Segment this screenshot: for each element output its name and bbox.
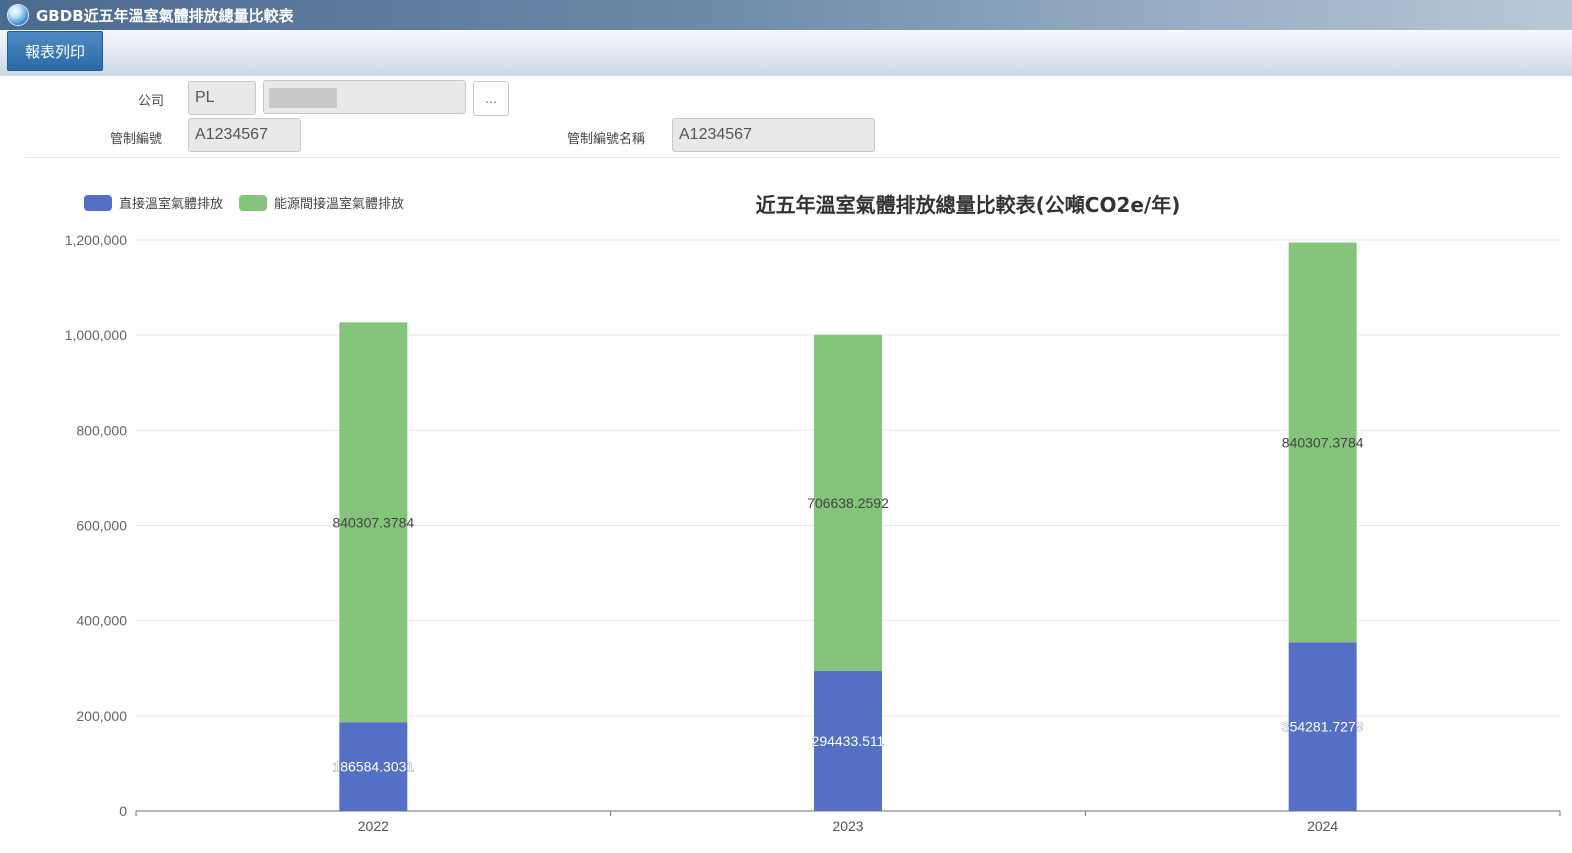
x-tick-label: 2023	[832, 818, 863, 834]
y-tick-label: 400,000	[76, 613, 127, 629]
stacked-bar-chart: 0 200,000 400,000 600,000 800,000 1,000,000 1,…	[65, 232, 1561, 834]
x-tick-label: 2024	[1307, 818, 1338, 834]
data-label: 354281.7279	[1282, 719, 1364, 735]
data-label: 706638.2592	[807, 495, 889, 511]
data-label: 186584.3031	[332, 759, 414, 775]
data-label: 294433.511	[812, 733, 885, 749]
y-tick-label: 0	[119, 803, 127, 819]
data-label: 840307.3784	[332, 514, 414, 530]
y-tick-label: 600,000	[76, 518, 127, 534]
y-tick-label: 200,000	[76, 708, 127, 724]
y-tick-label: 1,200,000	[65, 232, 127, 248]
x-tick-label: 2022	[358, 818, 389, 834]
y-tick-label: 1,000,000	[65, 327, 127, 343]
y-tick-label: 800,000	[76, 422, 127, 438]
data-label: 840307.3784	[1282, 434, 1364, 450]
